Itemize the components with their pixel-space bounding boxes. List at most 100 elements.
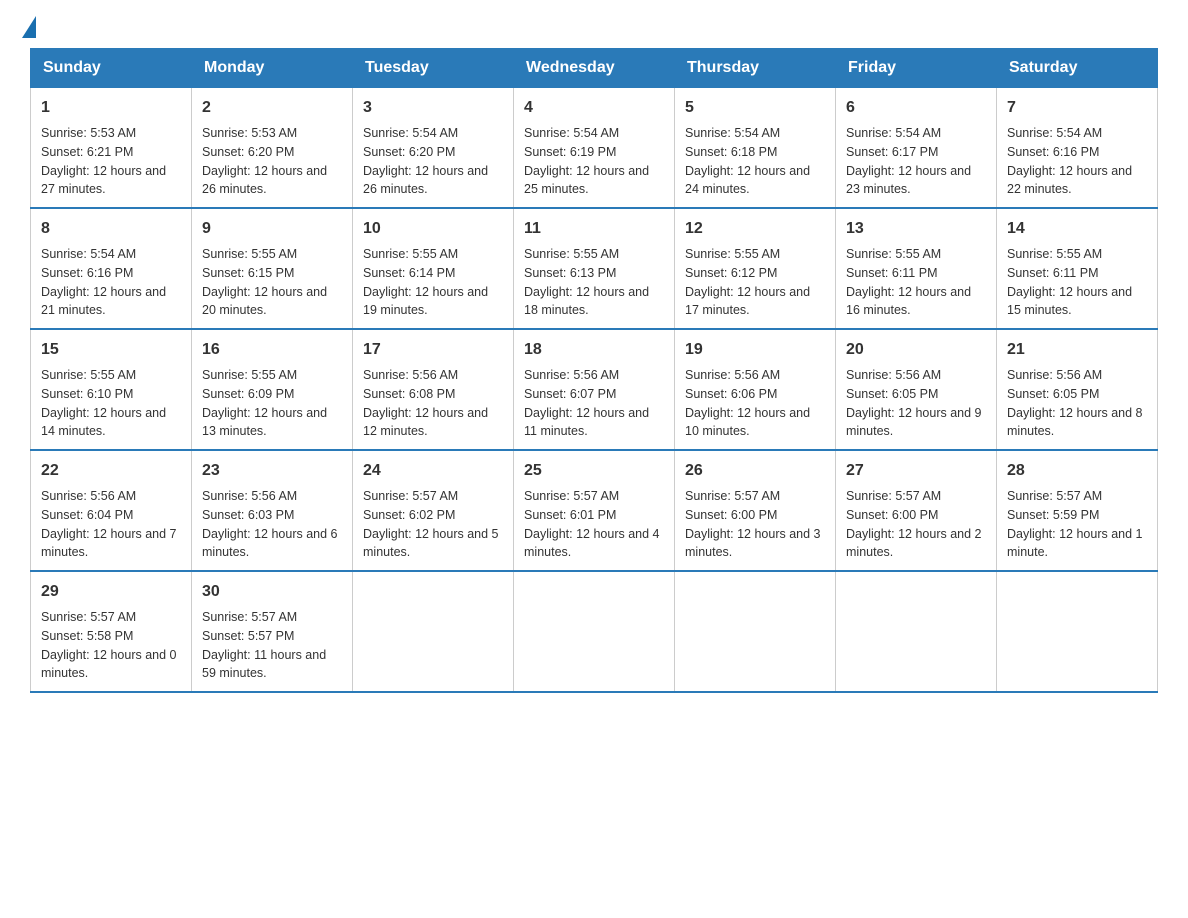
day-info: Sunrise: 5:57 AMSunset: 6:00 PMDaylight:…	[846, 487, 986, 562]
calendar-day-cell: 23 Sunrise: 5:56 AMSunset: 6:03 PMDayligh…	[192, 450, 353, 571]
day-number: 7	[1007, 96, 1147, 120]
day-number: 21	[1007, 338, 1147, 362]
day-info: Sunrise: 5:54 AMSunset: 6:20 PMDaylight:…	[363, 124, 503, 199]
day-number: 22	[41, 459, 181, 483]
day-number: 24	[363, 459, 503, 483]
day-info: Sunrise: 5:55 AMSunset: 6:12 PMDaylight:…	[685, 245, 825, 320]
day-number: 12	[685, 217, 825, 241]
day-number: 16	[202, 338, 342, 362]
calendar-day-cell: 25 Sunrise: 5:57 AMSunset: 6:01 PMDayligh…	[514, 450, 675, 571]
calendar-body: 1 Sunrise: 5:53 AMSunset: 6:21 PMDaylight…	[31, 88, 1158, 693]
calendar-day-cell: 5 Sunrise: 5:54 AMSunset: 6:18 PMDaylight…	[675, 88, 836, 209]
day-number: 13	[846, 217, 986, 241]
day-info: Sunrise: 5:54 AMSunset: 6:16 PMDaylight:…	[1007, 124, 1147, 199]
calendar-day-cell: 27 Sunrise: 5:57 AMSunset: 6:00 PMDayligh…	[836, 450, 997, 571]
day-info: Sunrise: 5:56 AMSunset: 6:03 PMDaylight:…	[202, 487, 342, 562]
calendar-day-cell: 24 Sunrise: 5:57 AMSunset: 6:02 PMDayligh…	[353, 450, 514, 571]
calendar-day-cell	[514, 571, 675, 692]
day-number: 11	[524, 217, 664, 241]
day-info: Sunrise: 5:57 AMSunset: 6:02 PMDaylight:…	[363, 487, 503, 562]
day-number: 27	[846, 459, 986, 483]
weekday-header-tuesday: Tuesday	[353, 49, 514, 88]
calendar-day-cell: 26 Sunrise: 5:57 AMSunset: 6:00 PMDayligh…	[675, 450, 836, 571]
calendar-day-cell: 30 Sunrise: 5:57 AMSunset: 5:57 PMDayligh…	[192, 571, 353, 692]
calendar-day-cell: 19Sunrise: 5:56 AMSunset: 6:06 PMDayligh…	[675, 329, 836, 450]
calendar-day-cell: 17Sunrise: 5:56 AMSunset: 6:08 PMDayligh…	[353, 329, 514, 450]
day-info: Sunrise: 5:57 AMSunset: 5:58 PMDaylight:…	[41, 608, 181, 683]
calendar-day-cell: 9 Sunrise: 5:55 AMSunset: 6:15 PMDaylight…	[192, 208, 353, 329]
calendar-day-cell: 3Sunrise: 5:54 AMSunset: 6:20 PMDaylight…	[353, 88, 514, 209]
day-number: 25	[524, 459, 664, 483]
weekday-header-friday: Friday	[836, 49, 997, 88]
day-info: Sunrise: 5:55 AMSunset: 6:14 PMDaylight:…	[363, 245, 503, 320]
calendar-day-cell: 22 Sunrise: 5:56 AMSunset: 6:04 PMDayligh…	[31, 450, 192, 571]
calendar-week-row: 1 Sunrise: 5:53 AMSunset: 6:21 PMDaylight…	[31, 88, 1158, 209]
day-number: 9	[202, 217, 342, 241]
logo-triangle-icon	[22, 16, 36, 38]
day-number: 1	[41, 96, 181, 120]
calendar-day-cell: 14 Sunrise: 5:55 AMSunset: 6:11 PMDayligh…	[997, 208, 1158, 329]
calendar-day-cell: 28 Sunrise: 5:57 AMSunset: 5:59 PMDayligh…	[997, 450, 1158, 571]
day-number: 23	[202, 459, 342, 483]
day-number: 14	[1007, 217, 1147, 241]
day-info: Sunrise: 5:55 AMSunset: 6:09 PMDaylight:…	[202, 366, 342, 441]
day-info: Sunrise: 5:55 AMSunset: 6:15 PMDaylight:…	[202, 245, 342, 320]
day-info: Sunrise: 5:56 AMSunset: 6:05 PMDaylight:…	[846, 366, 986, 441]
calendar-week-row: 15 Sunrise: 5:55 AMSunset: 6:10 PMDayligh…	[31, 329, 1158, 450]
day-number: 15	[41, 338, 181, 362]
day-info: Sunrise: 5:56 AMSunset: 6:07 PMDaylight:…	[524, 366, 664, 441]
calendar-day-cell	[997, 571, 1158, 692]
weekday-header-monday: Monday	[192, 49, 353, 88]
weekday-header-wednesday: Wednesday	[514, 49, 675, 88]
calendar-day-cell: 20 Sunrise: 5:56 AMSunset: 6:05 PMDayligh…	[836, 329, 997, 450]
day-info: Sunrise: 5:57 AMSunset: 6:01 PMDaylight:…	[524, 487, 664, 562]
day-number: 20	[846, 338, 986, 362]
day-info: Sunrise: 5:53 AMSunset: 6:20 PMDaylight:…	[202, 124, 342, 199]
day-number: 8	[41, 217, 181, 241]
calendar-week-row: 22 Sunrise: 5:56 AMSunset: 6:04 PMDayligh…	[31, 450, 1158, 571]
weekday-header-sunday: Sunday	[31, 49, 192, 88]
day-info: Sunrise: 5:53 AMSunset: 6:21 PMDaylight:…	[41, 124, 181, 199]
day-info: Sunrise: 5:55 AMSunset: 6:13 PMDaylight:…	[524, 245, 664, 320]
day-info: Sunrise: 5:56 AMSunset: 6:04 PMDaylight:…	[41, 487, 181, 562]
day-info: Sunrise: 5:54 AMSunset: 6:17 PMDaylight:…	[846, 124, 986, 199]
day-number: 28	[1007, 459, 1147, 483]
calendar-header: SundayMondayTuesdayWednesdayThursdayFrid…	[31, 49, 1158, 88]
day-info: Sunrise: 5:55 AMSunset: 6:10 PMDaylight:…	[41, 366, 181, 441]
day-info: Sunrise: 5:54 AMSunset: 6:18 PMDaylight:…	[685, 124, 825, 199]
day-info: Sunrise: 5:57 AMSunset: 5:57 PMDaylight:…	[202, 608, 342, 683]
day-info: Sunrise: 5:57 AMSunset: 5:59 PMDaylight:…	[1007, 487, 1147, 562]
weekday-header-thursday: Thursday	[675, 49, 836, 88]
calendar-day-cell: 11 Sunrise: 5:55 AMSunset: 6:13 PMDayligh…	[514, 208, 675, 329]
day-number: 30	[202, 580, 342, 604]
day-info: Sunrise: 5:56 AMSunset: 6:08 PMDaylight:…	[363, 366, 503, 441]
day-info: Sunrise: 5:54 AMSunset: 6:19 PMDaylight:…	[524, 124, 664, 199]
calendar-day-cell: 15 Sunrise: 5:55 AMSunset: 6:10 PMDayligh…	[31, 329, 192, 450]
calendar-day-cell: 2 Sunrise: 5:53 AMSunset: 6:20 PMDaylight…	[192, 88, 353, 209]
day-info: Sunrise: 5:56 AMSunset: 6:06 PMDaylight:…	[685, 366, 825, 441]
calendar-day-cell: 29 Sunrise: 5:57 AMSunset: 5:58 PMDayligh…	[31, 571, 192, 692]
calendar-day-cell: 16 Sunrise: 5:55 AMSunset: 6:09 PMDayligh…	[192, 329, 353, 450]
day-number: 18	[524, 338, 664, 362]
calendar-day-cell: 13Sunrise: 5:55 AMSunset: 6:11 PMDayligh…	[836, 208, 997, 329]
calendar-day-cell: 7 Sunrise: 5:54 AMSunset: 6:16 PMDaylight…	[997, 88, 1158, 209]
day-info: Sunrise: 5:56 AMSunset: 6:05 PMDaylight:…	[1007, 366, 1147, 441]
weekday-header-row: SundayMondayTuesdayWednesdayThursdayFrid…	[31, 49, 1158, 88]
calendar-day-cell: 10Sunrise: 5:55 AMSunset: 6:14 PMDayligh…	[353, 208, 514, 329]
calendar-day-cell: 4 Sunrise: 5:54 AMSunset: 6:19 PMDaylight…	[514, 88, 675, 209]
day-info: Sunrise: 5:55 AMSunset: 6:11 PMDaylight:…	[1007, 245, 1147, 320]
day-number: 2	[202, 96, 342, 120]
calendar-day-cell	[675, 571, 836, 692]
day-number: 6	[846, 96, 986, 120]
day-number: 26	[685, 459, 825, 483]
day-number: 5	[685, 96, 825, 120]
day-number: 4	[524, 96, 664, 120]
calendar-day-cell: 6 Sunrise: 5:54 AMSunset: 6:17 PMDaylight…	[836, 88, 997, 209]
logo-text	[30, 20, 36, 38]
calendar-day-cell: 12 Sunrise: 5:55 AMSunset: 6:12 PMDayligh…	[675, 208, 836, 329]
calendar-day-cell: 1 Sunrise: 5:53 AMSunset: 6:21 PMDaylight…	[31, 88, 192, 209]
day-number: 29	[41, 580, 181, 604]
calendar-week-row: 8 Sunrise: 5:54 AMSunset: 6:16 PMDaylight…	[31, 208, 1158, 329]
day-info: Sunrise: 5:57 AMSunset: 6:00 PMDaylight:…	[685, 487, 825, 562]
day-info: Sunrise: 5:54 AMSunset: 6:16 PMDaylight:…	[41, 245, 181, 320]
